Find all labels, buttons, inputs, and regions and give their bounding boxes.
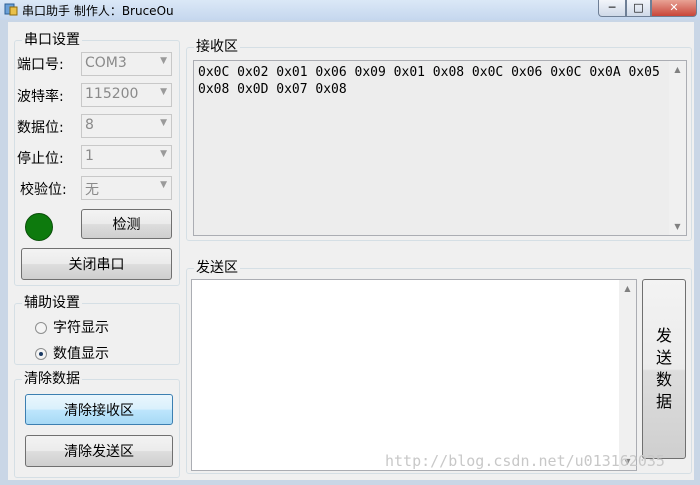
- radio-selected-dot: [39, 352, 43, 356]
- baud-value: 115200: [85, 86, 139, 102]
- databits-label: 数据位:: [17, 120, 64, 136]
- chevron-down-icon: ▼: [160, 118, 167, 128]
- send-button-char: 发: [655, 326, 672, 345]
- scroll-down-icon[interactable]: ▼: [669, 218, 686, 235]
- close-icon: ✕: [669, 1, 679, 14]
- char-display-label[interactable]: 字符显示: [53, 317, 109, 337]
- minimize-button[interactable]: ─: [598, 0, 626, 17]
- window-title: 串口助手 制作人：BruceOu: [22, 4, 174, 18]
- watermark-text: http://blog.csdn.net/u013162035: [385, 452, 665, 470]
- clear-data-title: 清除数据: [22, 370, 82, 388]
- send-scrollbar[interactable]: ▲ ▼: [619, 280, 636, 470]
- minimize-icon: ─: [608, 1, 616, 14]
- serial-settings-group: 串口设置 端口号: COM3 ▼ 波特率: 115200 ▼ 数据位: 8 ▼ …: [14, 31, 180, 286]
- send-button-char: 送: [655, 348, 672, 367]
- chevron-down-icon: ▼: [160, 87, 167, 97]
- clear-receive-button[interactable]: 清除接收区: [25, 394, 173, 425]
- parity-select[interactable]: 无 ▼: [81, 176, 172, 200]
- title-bar[interactable]: 串口助手 制作人：BruceOu ─ □ ✕: [0, 0, 700, 20]
- value-display-label[interactable]: 数值显示: [53, 343, 109, 363]
- port-select[interactable]: COM3 ▼: [81, 52, 172, 76]
- baud-label: 波特率:: [17, 89, 64, 105]
- receive-textarea[interactable]: 0x0C 0x02 0x01 0x06 0x09 0x01 0x08 0x0C …: [193, 60, 687, 236]
- receive-area-group: 接收区 0x0C 0x02 0x01 0x06 0x09 0x01 0x08 0…: [186, 38, 692, 241]
- maximize-icon: □: [633, 1, 644, 14]
- app-window: 串口助手 制作人：BruceOu ─ □ ✕ 串口设置 端口号: COM3 ▼ …: [0, 0, 700, 485]
- port-label: 端口号:: [17, 57, 64, 73]
- stopbits-value: 1: [85, 148, 94, 164]
- port-value: COM3: [85, 55, 127, 71]
- clear-data-group: 清除数据 清除接收区 清除发送区: [14, 370, 180, 478]
- send-button-label: 发 送 数 据: [643, 280, 685, 458]
- send-area-group: 发送区 ▲ ▼ 发 送 数 据: [186, 259, 692, 474]
- chevron-down-icon: ▼: [160, 56, 167, 66]
- chevron-down-icon: ▼: [160, 180, 167, 190]
- receive-content: 0x0C 0x02 0x01 0x06 0x09 0x01 0x08 0x0C …: [198, 65, 668, 97]
- parity-label: 校验位:: [20, 182, 67, 198]
- send-data-button[interactable]: 发 送 数 据: [642, 279, 686, 459]
- close-port-button[interactable]: 关闭串口: [21, 248, 172, 280]
- serial-settings-title: 串口设置: [22, 31, 82, 49]
- chevron-down-icon: ▼: [160, 149, 167, 159]
- send-button-char: 据: [655, 392, 672, 411]
- client-area: 串口设置 端口号: COM3 ▼ 波特率: 115200 ▼ 数据位: 8 ▼ …: [8, 22, 694, 480]
- stopbits-select[interactable]: 1 ▼: [81, 145, 172, 169]
- databits-value: 8: [85, 117, 94, 133]
- receive-area-title: 接收区: [194, 38, 240, 56]
- status-led-indicator: [25, 213, 53, 241]
- baud-select[interactable]: 115200 ▼: [81, 83, 172, 107]
- aux-settings-group: 辅助设置 字符显示 数值显示: [14, 294, 180, 365]
- stopbits-label: 停止位:: [17, 151, 64, 167]
- aux-settings-title: 辅助设置: [22, 294, 82, 312]
- scroll-up-icon[interactable]: ▲: [619, 280, 636, 297]
- send-area-title: 发送区: [194, 259, 240, 277]
- parity-value: 无: [85, 182, 99, 198]
- char-display-radio[interactable]: [35, 322, 47, 334]
- close-window-button[interactable]: ✕: [651, 0, 697, 17]
- scroll-up-icon[interactable]: ▲: [669, 61, 686, 78]
- maximize-button[interactable]: □: [626, 0, 651, 17]
- databits-select[interactable]: 8 ▼: [81, 114, 172, 138]
- receive-scrollbar[interactable]: ▲ ▼: [669, 61, 686, 235]
- detect-button[interactable]: 检测: [81, 209, 172, 239]
- send-button-char: 数: [655, 370, 672, 389]
- app-icon: [4, 3, 18, 16]
- clear-send-button[interactable]: 清除发送区: [25, 435, 173, 467]
- value-display-radio[interactable]: [35, 348, 47, 360]
- send-textarea[interactable]: ▲ ▼: [191, 279, 637, 471]
